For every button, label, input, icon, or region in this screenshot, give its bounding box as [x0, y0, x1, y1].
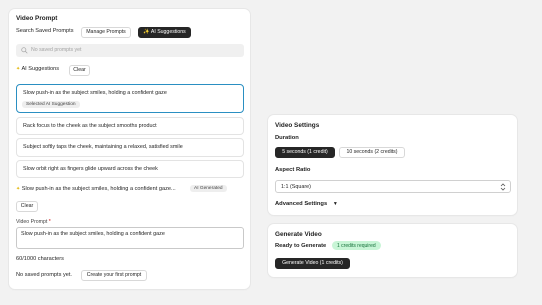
- triangle-down-icon: ▼: [332, 201, 338, 207]
- required-mark: *: [48, 219, 51, 225]
- search-placeholder: No saved prompts yet: [31, 47, 82, 53]
- aspect-ratio-value: 1:1 (Square): [281, 184, 311, 190]
- video-prompt-textarea[interactable]: Slow push-in as the subject smiles, hold…: [16, 227, 244, 249]
- suggestion-text: Slow orbit right as fingers glide upward…: [23, 166, 158, 172]
- aspect-ratio-select[interactable]: 1:1 (Square): [275, 180, 511, 193]
- generate-video-button[interactable]: Generate Video (1 credits): [275, 258, 350, 269]
- video-prompt-field-label: Video Prompt *: [16, 219, 51, 225]
- generate-video-title: Generate Video: [275, 231, 322, 238]
- suggestion-item[interactable]: Subject softly taps the cheek, maintaini…: [16, 138, 244, 157]
- ai-suggestions-heading: ✦ AI Suggestions: [16, 66, 60, 72]
- ai-generated-tag: AI Generated: [190, 185, 227, 192]
- suggestion-item-selected[interactable]: Slow push-in as the subject smiles, hold…: [16, 84, 244, 113]
- manage-prompts-button[interactable]: Manage Prompts: [81, 27, 131, 38]
- suggestion-text: Rack focus to the cheek as the subject s…: [23, 123, 157, 129]
- aspect-ratio-label: Aspect Ratio: [275, 167, 311, 173]
- video-settings-title: Video Settings: [275, 122, 320, 129]
- sparkle-icon: ✦: [16, 186, 21, 192]
- advanced-settings-toggle[interactable]: Advanced Settings ▼: [275, 201, 338, 207]
- video-settings-card: [268, 115, 517, 215]
- search-icon: [21, 47, 28, 54]
- create-first-prompt-label: Create your first prompt: [86, 272, 142, 278]
- suggestion-text: Slow push-in as the subject smiles, hold…: [23, 90, 167, 96]
- chevron-updown-icon: [500, 183, 506, 191]
- prompt-value: Slow push-in as the subject smiles, hold…: [21, 231, 165, 237]
- clear-label: Clear: [73, 67, 86, 73]
- search-saved-prompts-label: Search Saved Prompts: [16, 28, 74, 34]
- credits-required-badge: 1 credits required: [332, 241, 381, 250]
- clear-label: Clear: [20, 203, 34, 209]
- no-saved-prompts-text: No saved prompts yet.: [16, 272, 72, 278]
- sparkle-icon: ✦: [16, 66, 21, 72]
- selected-ai-suggestion-tag: Selected AI Suggestion: [22, 101, 80, 108]
- clear-generated-button[interactable]: Clear: [16, 201, 38, 212]
- search-input[interactable]: No saved prompts yet: [16, 44, 244, 57]
- create-first-prompt-button[interactable]: Create your first prompt: [81, 270, 147, 281]
- ai-suggestions-button-label: AI Suggestions: [150, 29, 186, 35]
- sparkle-icon: ✨: [143, 29, 150, 35]
- manage-prompts-label: Manage Prompts: [86, 29, 126, 35]
- suggestion-text: Subject softly taps the cheek, maintaini…: [23, 144, 183, 150]
- ai-suggestions-button[interactable]: ✨ AI Suggestions: [138, 27, 191, 38]
- character-count: 60/1000 characters: [16, 256, 64, 262]
- duration-label: Duration: [275, 135, 299, 141]
- duration-option-10s[interactable]: 10 seconds (2 credits): [339, 147, 405, 158]
- ready-to-generate-label: Ready to Generate: [275, 243, 327, 249]
- ai-generated-text: ✦ Slow push-in as the subject smiles, ho…: [16, 186, 176, 192]
- suggestion-item[interactable]: Rack focus to the cheek as the subject s…: [16, 117, 244, 135]
- clear-suggestions-button[interactable]: Clear: [69, 65, 90, 76]
- suggestion-item[interactable]: Slow orbit right as fingers glide upward…: [16, 160, 244, 178]
- video-prompt-title: Video Prompt: [16, 15, 58, 22]
- duration-option-5s[interactable]: 5 seconds (1 credit): [275, 147, 335, 158]
